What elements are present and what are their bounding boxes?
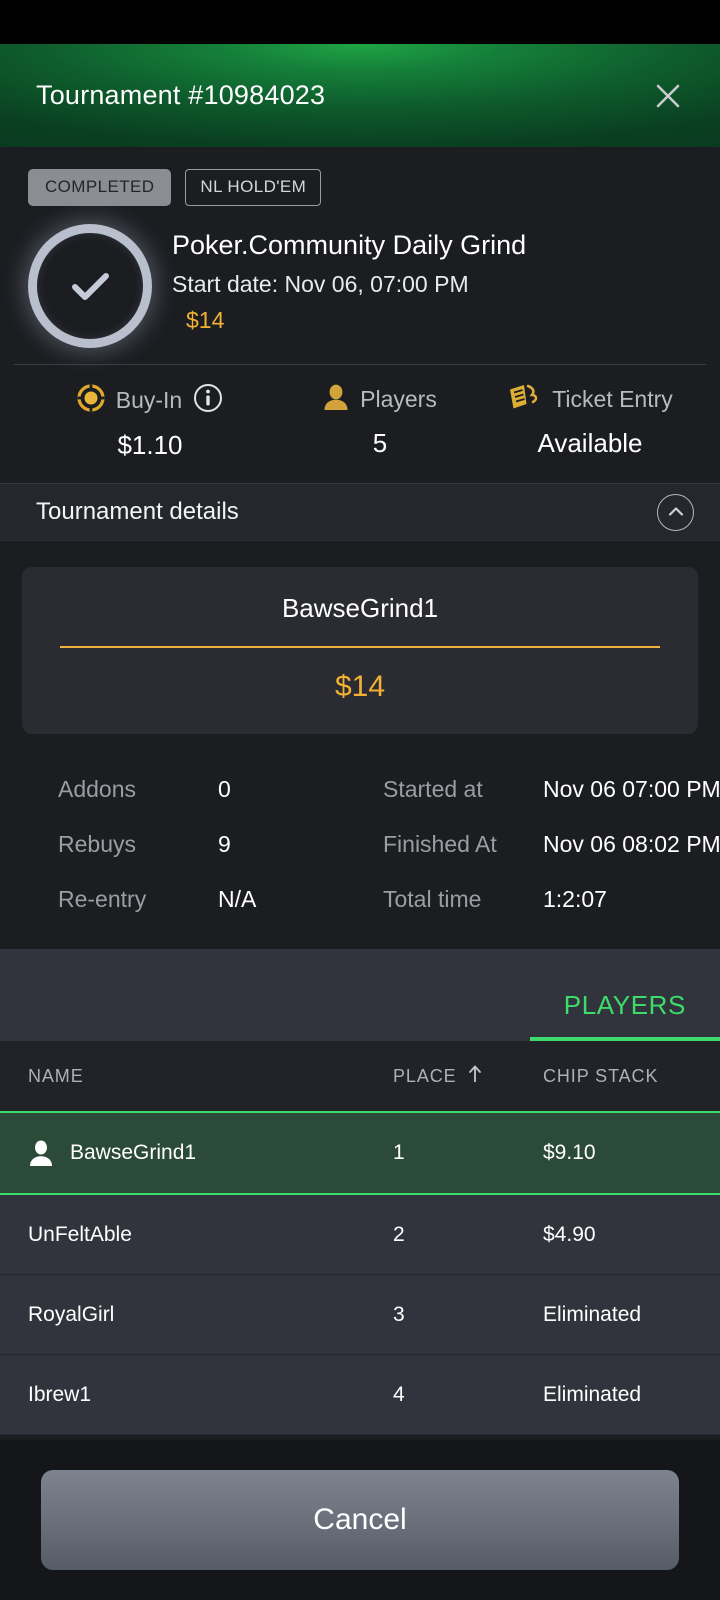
cell-place: 4 [393, 1382, 405, 1406]
status-bar [0, 0, 720, 44]
cell-name: Ibrew1 [28, 1383, 393, 1407]
stat-value-addons: 0 [218, 776, 231, 802]
player-name: BawseGrind1 [70, 1141, 197, 1164]
stat-value-rebuys: 9 [218, 831, 231, 857]
table-row[interactable]: Ibrew1 4 Eliminated [0, 1355, 720, 1435]
player-name: Ibrew1 [28, 1382, 92, 1406]
stat-ticket-head: Ticket Entry [507, 383, 673, 416]
stat-players: Players 5 [300, 383, 460, 461]
tournament-start-date: Start date: Nov 06, 07:00 PM [172, 271, 469, 297]
poker-chip-icon [77, 384, 105, 417]
stat-players-value: 5 [372, 428, 388, 458]
cell-name: UnFeltAble [28, 1223, 393, 1247]
stat-label-addons: Addons [58, 776, 137, 802]
stat-value-total-time: 1:2:07 [543, 886, 607, 912]
stat-label-started-at: Started at [383, 776, 483, 802]
cell-place: 3 [393, 1302, 405, 1326]
stat-ticket-entry: Ticket Entry Available [460, 383, 720, 461]
winner-prize: $14 [334, 670, 386, 703]
tournament-details-body: BawseGrind1 $14 Addons 0 Started at Nov … [0, 541, 720, 927]
tournament-details-toggle[interactable]: Tournament details [0, 483, 720, 541]
chevron-up-icon[interactable] [657, 493, 694, 531]
tournament-name: Poker.Community Daily Grind [172, 230, 527, 260]
stat-buy-in: Buy-In $1.10 [0, 383, 300, 461]
stat-players-label: Players [360, 386, 437, 412]
cell-name: BawseGrind1 [28, 1139, 393, 1167]
cell-chip-stack: $9.10 [543, 1141, 596, 1164]
tab-bar: PLAYERS [0, 949, 720, 1041]
stat-ticket-value: Available [537, 428, 643, 458]
cell-name: RoyalGirl [28, 1303, 393, 1327]
winner-name: BawseGrind1 [281, 593, 439, 623]
footer-bar: Cancel [0, 1440, 720, 1600]
check-circle-icon [28, 224, 152, 348]
tournament-header-row: Poker.Community Daily Grind Start date: … [0, 206, 720, 348]
close-button[interactable] [646, 74, 690, 118]
tournament-info: Poker.Community Daily Grind Start date: … [172, 222, 692, 334]
tournament-summary: COMPLETED NL HOLD'EM Poker.Community Dai… [0, 147, 720, 483]
column-header-place[interactable]: PLACE [393, 1064, 543, 1089]
players-table-body: BawseGrind1 1 $9.10 UnFeltAble 2 $4.90 R… [0, 1111, 720, 1435]
cell-place: 2 [393, 1222, 405, 1246]
stat-value-started-at: Nov 06 07:00 PM [543, 776, 720, 802]
column-header-name[interactable]: NAME [28, 1066, 393, 1087]
player-icon [323, 383, 349, 416]
info-icon[interactable] [193, 383, 223, 418]
ticket-icon [507, 383, 541, 416]
column-header-chip-stack[interactable]: CHIP STACK [543, 1066, 692, 1087]
sort-arrow-up-icon [467, 1064, 483, 1089]
cell-chip-stack: $4.90 [543, 1222, 596, 1246]
stat-label-rebuys: Rebuys [58, 831, 136, 857]
tab-players[interactable]: PLAYERS [529, 990, 720, 1041]
cell-chip-stack: Eliminated [543, 1382, 642, 1406]
stat-buy-in-label: Buy-In [115, 387, 183, 413]
winner-card: BawseGrind1 $14 [22, 567, 698, 734]
stat-players-head: Players [323, 383, 437, 416]
stat-value-finished-at: Nov 06 08:02 PM [543, 831, 720, 857]
cell-chip-stack: Eliminated [543, 1302, 642, 1326]
stat-value-re-entry: N/A [218, 886, 257, 912]
tournament-details-title: Tournament details [36, 498, 239, 525]
player-name: RoyalGirl [28, 1302, 115, 1326]
stat-label-re-entry: Re-entry [58, 886, 147, 912]
cell-place: 1 [393, 1141, 405, 1164]
table-row[interactable]: BawseGrind1 1 $9.10 [0, 1111, 720, 1195]
stat-label-finished-at: Finished At [383, 831, 497, 857]
table-row[interactable]: UnFeltAble 2 $4.90 [0, 1195, 720, 1275]
winner-divider [60, 646, 660, 648]
stat-buy-in-value: $1.10 [117, 430, 183, 460]
page-title: Tournament #10984023 [36, 80, 326, 110]
stat-buy-in-head: Buy-In [77, 383, 223, 418]
variant-badge: NL HOLD'EM [185, 169, 322, 206]
tournament-detail-screen: Tournament #10984023 COMPLETED NL HOLD'E… [0, 0, 720, 1600]
column-header-place-label: PLACE [393, 1065, 457, 1086]
player-name: UnFeltAble [28, 1222, 132, 1246]
status-badge: COMPLETED [28, 169, 172, 206]
badge-row: COMPLETED NL HOLD'EM [0, 169, 720, 206]
tournament-prize: $14 [186, 307, 225, 333]
person-icon [28, 1139, 56, 1167]
cancel-button[interactable]: Cancel [41, 1470, 679, 1570]
stat-ticket-label: Ticket Entry [552, 386, 673, 412]
players-table-header: NAME PLACE CHIP STACK [0, 1041, 720, 1111]
stat-label-total-time: Total time [383, 886, 482, 912]
summary-stats-row: Buy-In $1.10 Players 5 Ticket Entry Avai… [0, 365, 720, 483]
dialog-header: Tournament #10984023 [0, 44, 720, 147]
details-stats-grid: Addons 0 Started at Nov 06 07:00 PM Rebu… [22, 734, 720, 927]
close-icon [653, 81, 683, 111]
table-row[interactable]: RoyalGirl 3 Eliminated [0, 1275, 720, 1355]
